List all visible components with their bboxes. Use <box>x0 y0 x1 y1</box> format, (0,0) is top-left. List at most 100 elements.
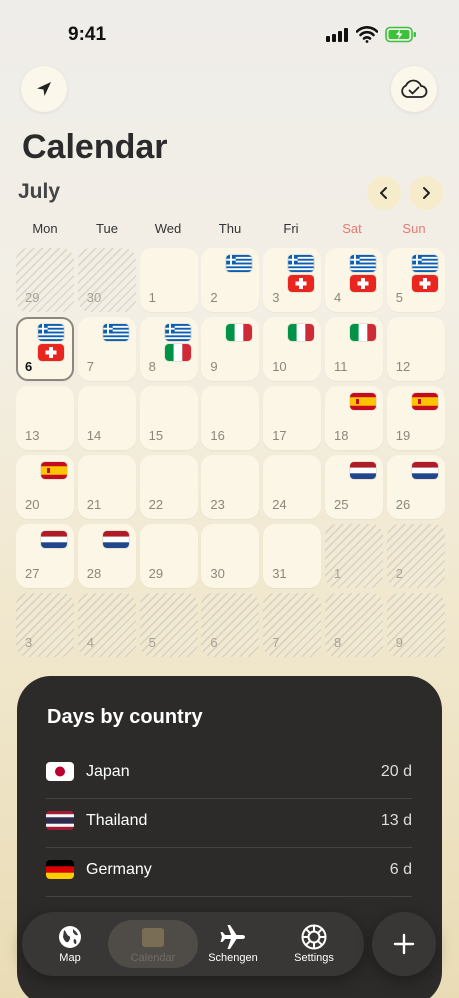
tab-map[interactable]: Map <box>30 920 110 968</box>
calendar-day-outside-month[interactable]: 7 <box>263 593 322 657</box>
calendar-day-outside-month[interactable]: 29 <box>16 248 74 312</box>
status-bar: 9:41 <box>0 0 459 60</box>
calendar-day-outside-month[interactable]: 4 <box>77 593 136 657</box>
day-number: 10 <box>272 359 287 374</box>
day-number: 30 <box>86 290 102 305</box>
greece-flag-icon <box>164 324 191 341</box>
day-number: 1 <box>333 566 342 581</box>
gear-icon <box>301 924 327 950</box>
switzerland-flag-icon <box>38 344 64 361</box>
weekday-fri: Fri <box>283 221 299 236</box>
day-number: 26 <box>395 497 411 512</box>
day-number: 9 <box>395 635 404 650</box>
add-trip-button[interactable] <box>372 912 436 976</box>
day-number: 12 <box>395 359 411 374</box>
country-row-japan[interactable]: Japan 20 d <box>46 750 412 799</box>
calendar-day[interactable]: 22 <box>139 455 198 519</box>
day-flags <box>349 324 376 341</box>
day-number: 21 <box>86 497 102 512</box>
calendar-day[interactable]: 8 <box>139 317 198 381</box>
calendar-day[interactable]: 17 <box>263 386 322 450</box>
calendar-day[interactable]: 5 <box>386 248 445 312</box>
netherlands-flag-icon <box>411 462 438 479</box>
tab-settings[interactable]: Settings <box>274 920 354 968</box>
calendar-day[interactable]: 27 <box>16 524 74 588</box>
day-number: 7 <box>272 635 280 650</box>
calendar-day[interactable]: 2 <box>201 248 260 312</box>
calendar-day[interactable]: 9 <box>201 317 260 381</box>
tab-schengen[interactable]: Schengen <box>193 920 273 968</box>
calendar-day-outside-month[interactable]: 5 <box>139 593 198 657</box>
calendar-day[interactable]: 18 <box>324 386 383 450</box>
calendar-day[interactable]: 19 <box>386 386 445 450</box>
weekday-thu: Thu <box>218 221 242 236</box>
calendar-day[interactable]: 31 <box>263 524 322 588</box>
calendar-day-outside-month[interactable]: 1 <box>324 524 383 588</box>
calendar-day[interactable]: 28 <box>77 524 136 588</box>
country-row-germany[interactable]: Germany 6 d <box>46 848 412 897</box>
calendar-day[interactable]: 14 <box>77 386 136 450</box>
switzerland-flag-icon <box>288 275 315 292</box>
calendar-day[interactable]: 10 <box>263 317 322 381</box>
calendar-day-outside-month[interactable]: 2 <box>386 524 445 588</box>
country-name: Thailand <box>86 812 148 829</box>
day-number: 9 <box>210 359 218 374</box>
day-number: 2 <box>210 290 218 305</box>
calendar-day[interactable]: 12 <box>386 317 445 381</box>
calendar-day[interactable]: 25 <box>324 455 383 519</box>
day-flags <box>411 393 438 410</box>
calendar-day[interactable]: 16 <box>201 386 260 450</box>
status-time: 9:41 <box>68 24 107 45</box>
day-number: 2 <box>395 566 404 581</box>
calendar-day-outside-month[interactable]: 6 <box>201 593 260 657</box>
calendar-day[interactable]: 24 <box>263 455 322 519</box>
day-number: 18 <box>333 428 349 443</box>
tab-bar: Map Calendar Schengen Settings <box>22 912 364 976</box>
calendar-day[interactable]: 21 <box>77 455 136 519</box>
weekday-tue: Tue <box>96 221 118 236</box>
japan-flag-icon <box>46 762 74 781</box>
calendar-day-outside-month[interactable]: 3 <box>16 593 74 657</box>
day-number: 15 <box>148 428 164 443</box>
day-number: 16 <box>210 428 225 443</box>
day-number: 8 <box>148 359 156 374</box>
calendar-day-outside-month[interactable]: 30 <box>77 248 136 312</box>
chevron-right-icon <box>423 187 430 199</box>
calendar-day[interactable]: 15 <box>139 386 198 450</box>
calendar-day[interactable]: 13 <box>16 386 74 450</box>
sync-button[interactable] <box>391 66 437 112</box>
next-month-button[interactable] <box>409 176 443 210</box>
day-flags <box>103 324 129 341</box>
day-number: 29 <box>25 290 40 305</box>
calendar-day-outside-month[interactable]: 8 <box>324 593 383 657</box>
day-number: 20 <box>25 497 40 512</box>
calendar-day[interactable]: 23 <box>201 455 260 519</box>
previous-month-button[interactable] <box>367 176 401 210</box>
calendar-day[interactable]: 29 <box>139 524 198 588</box>
calendar-day-outside-month[interactable]: 9 <box>386 593 445 657</box>
calendar-day[interactable]: 4 <box>324 248 383 312</box>
calendar-day[interactable]: 26 <box>386 455 445 519</box>
italy-flag-icon <box>288 324 315 341</box>
calendar-day[interactable]: 1 <box>139 248 198 312</box>
tab-label: Calendar <box>130 952 176 964</box>
country-days: 20 d <box>380 763 412 780</box>
day-number: 25 <box>333 497 349 512</box>
country-row-thailand[interactable]: Thailand 13 d <box>46 799 412 848</box>
calendar-day[interactable]: 30 <box>201 524 260 588</box>
location-button[interactable] <box>21 66 67 112</box>
germany-flag-icon <box>46 860 74 879</box>
day-number: 23 <box>210 497 225 512</box>
calendar-day[interactable]: 11 <box>324 317 383 381</box>
calendar-day[interactable]: 3 <box>263 248 322 312</box>
day-flags <box>288 255 315 292</box>
day-flags <box>411 462 438 479</box>
calendar-day[interactable]: 20 <box>16 455 74 519</box>
day-flags <box>288 324 315 341</box>
calendar-day-today[interactable]: 6 <box>16 317 74 381</box>
calendar-day[interactable]: 7 <box>77 317 136 381</box>
weekday-sun: Sun <box>402 221 426 236</box>
day-number: 1 <box>148 290 156 305</box>
spain-flag-icon <box>411 393 438 410</box>
tab-calendar[interactable]: Calendar <box>108 920 198 968</box>
